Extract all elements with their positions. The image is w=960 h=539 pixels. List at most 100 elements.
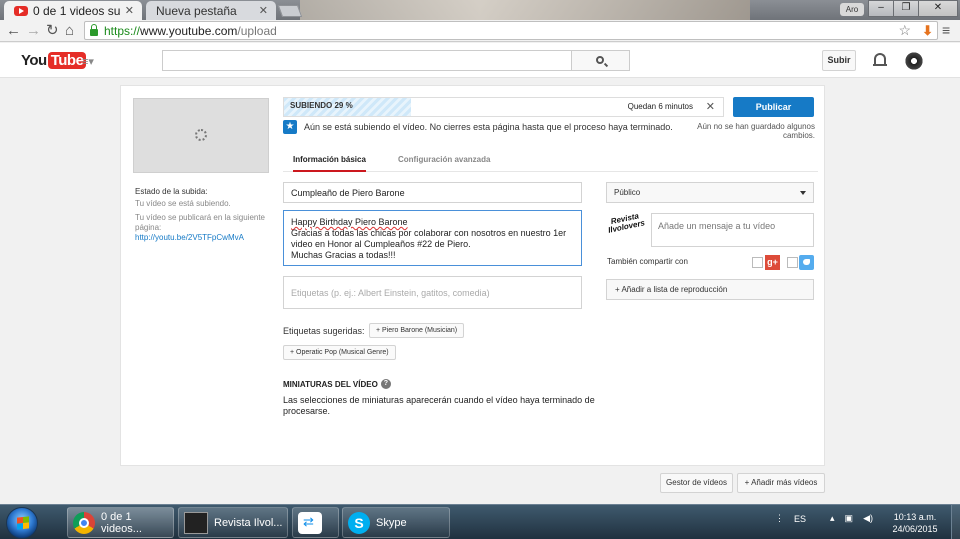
reload-icon[interactable]: ↻ [46, 22, 59, 40]
logo-you-text: You [21, 52, 47, 69]
twitter-icon [799, 255, 814, 270]
video-thumbnail-placeholder [133, 98, 269, 173]
address-bar-row: ← → ↻ ⌂ https:// www.youtube.com /upload… [0, 20, 960, 42]
video-link[interactable]: http://youtu.be/2V5TFpCwMvA [135, 233, 275, 243]
share-twitter-checkbox[interactable] [787, 257, 798, 268]
privacy-value: Público [614, 188, 641, 197]
url-path: /upload [237, 23, 277, 38]
browser-menu-icon[interactable]: ≡ [942, 23, 950, 37]
taskbar-item-teamviewer[interactable] [292, 507, 339, 538]
upload-status: Estado de la subida: Tu vídeo se está su… [135, 187, 275, 243]
add-to-playlist-button[interactable]: + Añadir a lista de reproducción [606, 279, 814, 300]
upload-status-title: Estado de la subida: [135, 187, 208, 196]
url-scheme: https:// [104, 23, 141, 38]
close-window-button[interactable]: ✕ [918, 0, 958, 17]
taskbar-item-label: 0 de 1 videos... [101, 510, 142, 535]
chrome-icon [73, 511, 95, 534]
thumbnails-section-title: MINIATURAS DEL VÍDEO ? [283, 379, 391, 389]
title-field[interactable]: Cumpleaño de Piero Barone [283, 182, 582, 203]
browser-tab-new[interactable]: Nueva pestaña ✕ [146, 1, 276, 20]
upload-tabs: Información básica Configuración avanzad… [283, 151, 818, 172]
clock[interactable]: 10:13 a.m. 24/06/2015 [885, 511, 945, 535]
google-plus-icon: g+ [765, 255, 780, 270]
description-line: Gracias a todas las chicas por colaborar… [291, 228, 567, 249]
upload-progress-bar: SUBIENDO 29 % Quedan 6 minutos ✕ [283, 97, 724, 117]
browser-tab-label: 0 de 1 videos subido [33, 3, 120, 18]
suggested-tag-chip[interactable]: + Operatic Pop (Musical Genre) [283, 345, 396, 360]
minimize-button[interactable]: – [868, 0, 894, 17]
notification-bell-icon[interactable] [873, 53, 887, 66]
tabstrip-background [300, 0, 750, 20]
new-tab-button[interactable] [277, 5, 303, 17]
taskbar-item-revista[interactable]: Revista Ilvol... [178, 507, 288, 538]
video-manager-button[interactable]: Gestor de vídeos [660, 473, 733, 493]
avatar[interactable] [904, 51, 924, 71]
upload-status-line: Tu vídeo se publicará en la siguiente pá… [135, 213, 266, 232]
tab-close-icon[interactable]: ✕ [125, 4, 134, 17]
system-tray: ⋮ ES ▴ ▣ ◀) [775, 513, 873, 524]
description-line: Muchas Gracias a todas!!! [291, 250, 396, 260]
clock-date: 24/06/2015 [892, 524, 938, 534]
cancel-upload-icon[interactable]: ✕ [706, 100, 715, 113]
help-icon[interactable]: ? [380, 379, 391, 389]
bookmark-star-icon[interactable]: ☆ [898, 22, 911, 39]
back-arrow-icon[interactable]: ← [6, 22, 21, 40]
upload-card: Estado de la subida: Tu vídeo se está su… [120, 85, 825, 466]
browser-tabstrip: 0 de 1 videos subido ✕ Nueva pestaña ✕ A… [0, 0, 960, 20]
tab-close-icon[interactable]: ✕ [259, 4, 268, 17]
tags-field[interactable]: Etiquetas (p. ej.: Albert Einstein, gati… [283, 276, 582, 309]
channel-logo: Revista Ilvolovers [602, 208, 652, 250]
show-desktop-button[interactable] [951, 505, 960, 539]
upload-info-message: Aún se está subiendo el vídeo. No cierre… [304, 122, 673, 132]
clock-time: 10:13 a.m. [893, 512, 937, 522]
tray-grip-icon: ⋮ [775, 513, 784, 523]
taskbar-item-skype[interactable]: S Skype [342, 507, 450, 538]
search-input[interactable] [162, 50, 572, 71]
maximize-button[interactable]: ❐ [893, 0, 919, 17]
download-arrow-icon[interactable]: ⬇ [922, 23, 933, 39]
browser-tab-youtube[interactable]: 0 de 1 videos subido ✕ [4, 1, 142, 20]
taskbar-item-chrome[interactable]: 0 de 1 videos... [67, 507, 174, 538]
volume-icon[interactable]: ◀) [863, 513, 873, 524]
privacy-select[interactable]: Público [606, 182, 814, 203]
browser-tab-label: Nueva pestaña [156, 3, 237, 18]
taskbar-item-label: Skype [376, 516, 407, 529]
unsaved-notice: Aún no se han guardado algunos cambios. [697, 122, 815, 140]
search-button[interactable] [572, 50, 630, 71]
search-icon [596, 56, 604, 64]
logo-tube-text: Tube [47, 52, 87, 69]
lock-icon [90, 23, 98, 36]
share-gplus-checkbox[interactable] [752, 257, 763, 268]
app-window-icon [184, 511, 208, 534]
tray-expand-icon[interactable]: ▴ [830, 513, 835, 524]
thumbnails-title-text: MINIATURAS DEL VÍDEO [283, 379, 378, 389]
tab-basic-info[interactable]: Información básica [293, 155, 366, 172]
suggested-tag-chip[interactable]: + Piero Barone (Musician) [369, 323, 465, 338]
description-field[interactable]: Happy Birthday Piero Barone Gracias a to… [283, 210, 582, 266]
start-button[interactable] [6, 507, 38, 539]
guide-menu-icon[interactable]: ≡▾ [82, 55, 94, 68]
forward-arrow-icon[interactable]: → [26, 22, 41, 40]
time-remaining: Quedan 6 minutos [627, 102, 693, 111]
share-message-field[interactable]: Añade un mensaje a tu vídeo [651, 213, 814, 247]
teamviewer-icon [298, 511, 322, 534]
windows-taskbar: 0 de 1 videos... Revista Ilvol... S Skyp… [0, 504, 960, 539]
share-label: También compartir con [607, 257, 688, 266]
home-icon[interactable]: ⌂ [65, 22, 74, 40]
skype-icon: S [348, 511, 370, 534]
tab-advanced-settings[interactable]: Configuración avanzada [398, 155, 490, 164]
profile-badge[interactable]: Aro [840, 3, 864, 16]
upload-button[interactable]: Subir [822, 50, 856, 71]
language-indicator[interactable]: ES [794, 514, 806, 524]
progress-label: SUBIENDO 29 % [290, 101, 353, 110]
url-field[interactable]: https:// www.youtube.com /upload ☆ ⬇ [84, 21, 938, 40]
taskbar-item-label: Revista Ilvol... [214, 516, 283, 529]
youtube-logo[interactable]: You Tube [21, 52, 87, 69]
network-icon[interactable]: ▣ [845, 513, 854, 524]
star-icon: ★ [283, 120, 297, 134]
youtube-favicon-icon [14, 5, 28, 16]
publish-button[interactable]: Publicar [733, 97, 814, 117]
add-more-videos-button[interactable]: + Añadir más vídeos [737, 473, 825, 493]
chevron-down-icon [800, 191, 806, 195]
loading-spinner-icon [195, 129, 207, 141]
